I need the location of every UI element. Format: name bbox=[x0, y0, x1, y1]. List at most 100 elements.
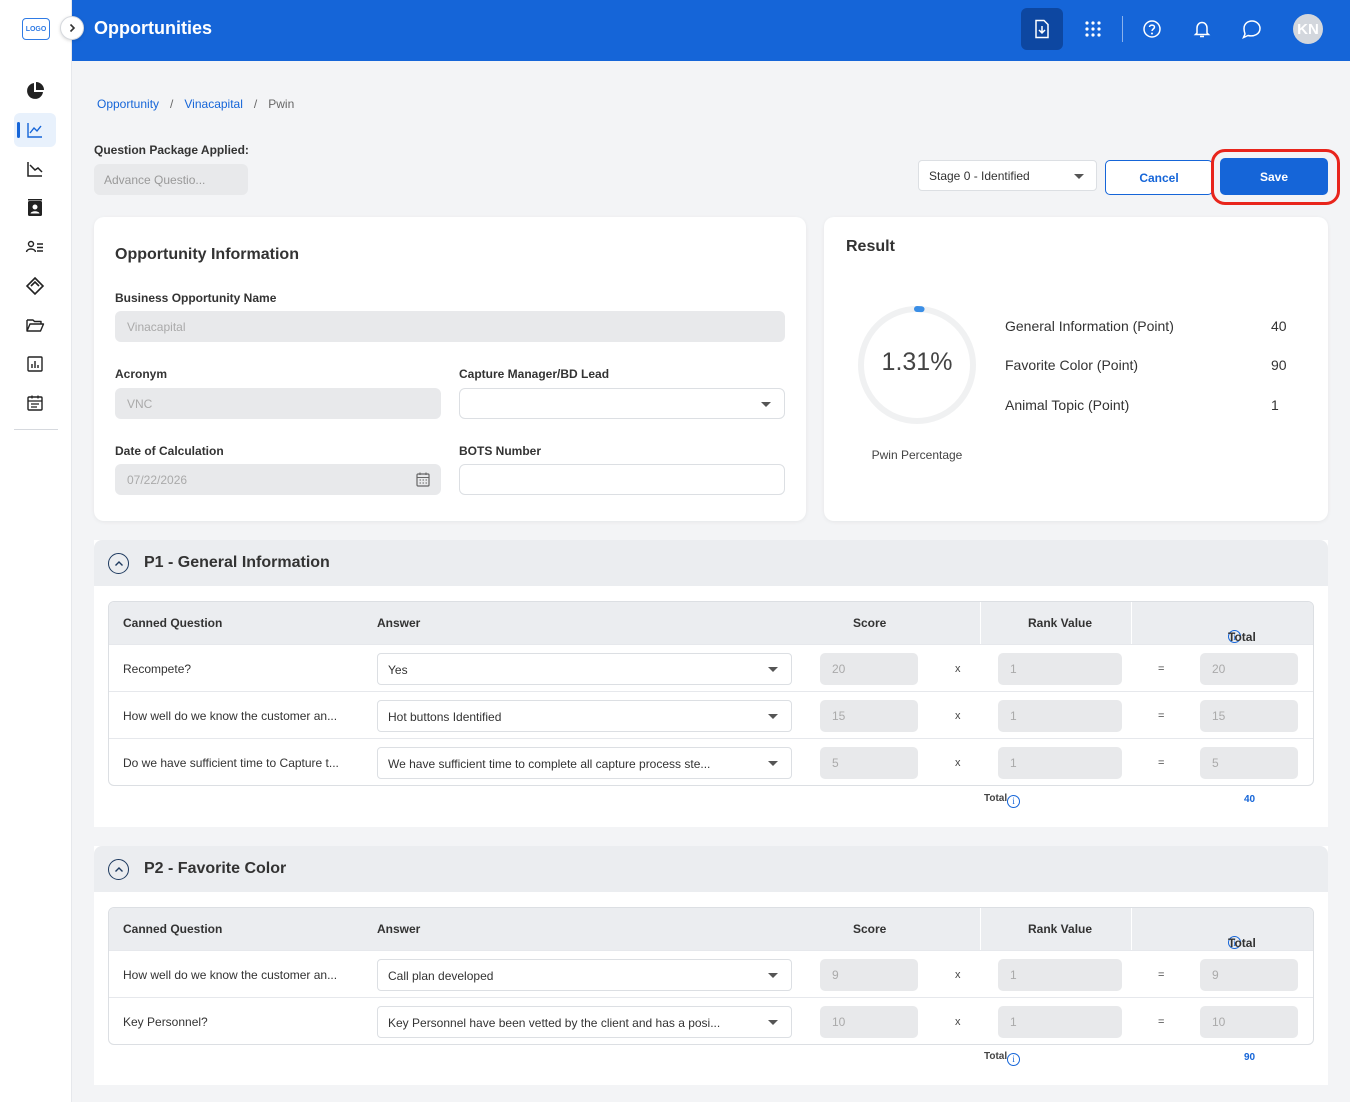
rank-field: 1 bbox=[998, 653, 1122, 685]
section-p1: P1 - General Information Canned Question… bbox=[94, 540, 1328, 827]
multiply-sign: x bbox=[955, 663, 961, 675]
cancel-button[interactable]: Cancel bbox=[1105, 160, 1213, 195]
equals-sign: = bbox=[1158, 710, 1165, 722]
sidebar-item-users[interactable] bbox=[14, 230, 56, 264]
question-text: Do we have sufficient time to Capture t.… bbox=[123, 756, 339, 770]
score-field: 15 bbox=[820, 700, 918, 732]
sidebar-item-reports[interactable] bbox=[14, 347, 56, 381]
section-header: P2 - Favorite Color bbox=[94, 846, 1328, 892]
table-header: Canned Question Answer Score Rank Value … bbox=[109, 602, 1313, 644]
col-score: Score bbox=[853, 616, 887, 630]
col-rank: Rank Value bbox=[1028, 616, 1093, 630]
contact-card-icon bbox=[28, 199, 42, 216]
chevron-right-icon bbox=[69, 23, 76, 33]
calendar-icon[interactable] bbox=[416, 472, 430, 487]
dropdown-caret-icon bbox=[1074, 174, 1084, 179]
sidebar-item-calendar[interactable] bbox=[14, 386, 56, 420]
score-field: 5 bbox=[820, 747, 918, 779]
col-total-label: Total bbox=[1228, 936, 1256, 950]
pwin-percentage-label: Pwin Percentage bbox=[871, 448, 963, 462]
result-row-label: Favorite Color (Point) bbox=[1005, 357, 1139, 373]
sidebar-item-dashboard[interactable] bbox=[14, 74, 56, 108]
col-score: Score bbox=[853, 922, 887, 936]
download-button[interactable] bbox=[1021, 8, 1063, 50]
question-text: Recompete? bbox=[123, 662, 192, 676]
col-answer: Answer bbox=[377, 616, 421, 630]
answer-select[interactable]: Yes bbox=[377, 653, 792, 685]
chat-icon bbox=[1242, 20, 1261, 39]
total-label: Total bbox=[984, 793, 1008, 804]
sidebar-item-analytics[interactable] bbox=[14, 152, 56, 186]
rank-field: 1 bbox=[998, 1006, 1122, 1038]
bar-chart-icon bbox=[27, 356, 43, 372]
multiply-sign: x bbox=[955, 969, 961, 981]
notifications-button[interactable] bbox=[1181, 8, 1223, 50]
dropdown-caret-icon bbox=[768, 973, 778, 978]
sidebar-expand-button[interactable] bbox=[60, 16, 84, 40]
answer-value: Call plan developed bbox=[388, 969, 494, 983]
bell-icon bbox=[1193, 21, 1211, 38]
sidebar: LOGO bbox=[0, 0, 84, 1102]
info-icon[interactable]: i bbox=[1007, 794, 1021, 808]
business-name-field: Vinacapital bbox=[115, 311, 785, 342]
answer-select[interactable]: We have sufficient time to complete all … bbox=[377, 747, 792, 779]
stage-select[interactable]: Stage 0 - Identified bbox=[918, 160, 1097, 191]
questions-table: Canned Question Answer Score Rank Value … bbox=[108, 907, 1314, 1045]
breadcrumb-opportunity[interactable]: Opportunity bbox=[97, 97, 159, 111]
multiply-sign: x bbox=[955, 710, 961, 722]
chat-button[interactable] bbox=[1231, 8, 1273, 50]
bots-number-input[interactable] bbox=[459, 464, 785, 495]
apps-button[interactable] bbox=[1072, 8, 1114, 50]
col-rank: Rank Value bbox=[1028, 922, 1093, 936]
business-name-label: Business Opportunity Name bbox=[115, 291, 277, 305]
dropdown-caret-icon bbox=[768, 667, 778, 672]
date-value: 07/22/2026 bbox=[127, 473, 188, 487]
section-header: P1 - General Information bbox=[94, 540, 1328, 586]
opportunity-info-title: Opportunity Information bbox=[115, 246, 299, 263]
question-text: Key Personnel? bbox=[123, 1015, 208, 1029]
sidebar-item-contacts[interactable] bbox=[14, 191, 56, 225]
question-package-label: Question Package Applied: bbox=[94, 143, 249, 157]
pie-chart-icon bbox=[27, 82, 44, 99]
collapse-button[interactable] bbox=[108, 859, 129, 880]
section-total-value: 90 bbox=[1244, 1052, 1256, 1063]
answer-select[interactable]: Hot buttons Identified bbox=[377, 700, 792, 732]
breadcrumb-vinacapital[interactable]: Vinacapital bbox=[184, 97, 243, 111]
app-logo[interactable]: LOGO bbox=[22, 18, 50, 40]
column-divider bbox=[1131, 908, 1132, 950]
answer-value: Hot buttons Identified bbox=[388, 710, 502, 724]
answer-select[interactable]: Call plan developed bbox=[377, 959, 792, 991]
answer-select[interactable]: Key Personnel have been vetted by the cl… bbox=[377, 1006, 792, 1038]
sidebar-item-files[interactable] bbox=[14, 308, 56, 342]
top-header: Opportunities KN bbox=[72, 0, 1350, 61]
info-icon[interactable]: i bbox=[1007, 1052, 1021, 1066]
section-title: P2 - Favorite Color bbox=[144, 860, 287, 877]
grid-icon bbox=[1085, 21, 1101, 37]
pwin-percentage: 1.31% bbox=[881, 348, 953, 376]
capture-manager-select[interactable] bbox=[459, 388, 785, 419]
breadcrumb-current: Pwin bbox=[268, 97, 295, 111]
breadcrumb: Opportunity / Vinacapital / Pwin bbox=[97, 97, 294, 111]
result-row-value: 40 bbox=[1271, 318, 1287, 334]
date-field: 07/22/2026 bbox=[115, 464, 441, 495]
sidebar-item-opportunities[interactable] bbox=[14, 113, 56, 147]
header-separator bbox=[1122, 16, 1123, 42]
help-button[interactable] bbox=[1131, 8, 1173, 50]
collapse-button[interactable] bbox=[108, 553, 129, 574]
section-p2: P2 - Favorite Color Canned Question Answ… bbox=[94, 846, 1328, 1085]
total-field: 9 bbox=[1200, 959, 1298, 991]
table-row: How well do we know the customer an... C… bbox=[109, 950, 1313, 997]
total-label: Total bbox=[984, 1051, 1008, 1062]
folder-open-icon bbox=[26, 319, 45, 332]
score-field: 9 bbox=[820, 959, 918, 991]
sidebar-item-deals[interactable] bbox=[14, 269, 56, 303]
col-answer: Answer bbox=[377, 922, 421, 936]
column-divider bbox=[980, 602, 981, 644]
breadcrumb-separator: / bbox=[253, 97, 258, 111]
equals-sign: = bbox=[1158, 1016, 1165, 1028]
breadcrumb-separator: / bbox=[170, 97, 174, 111]
total-field: 15 bbox=[1200, 700, 1298, 732]
table-row: Recompete? Yes 20 x 1 = 20 bbox=[109, 644, 1313, 691]
user-avatar[interactable]: KN bbox=[1293, 14, 1323, 44]
equals-sign: = bbox=[1158, 969, 1165, 981]
